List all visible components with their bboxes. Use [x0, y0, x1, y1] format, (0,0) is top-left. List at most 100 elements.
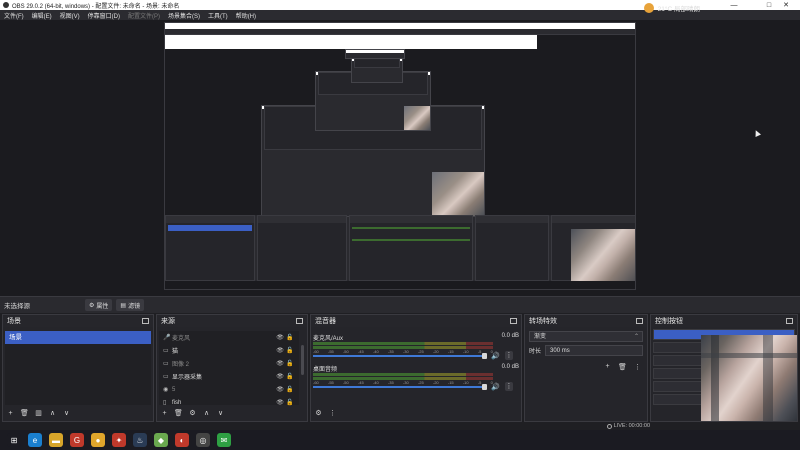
edge-icon[interactable]: e: [28, 433, 42, 447]
app-g-icon[interactable]: G: [70, 433, 84, 447]
meter-tick-label: -10: [462, 380, 469, 385]
track-menu-button[interactable]: ⋮: [505, 382, 513, 391]
meter-tick-label: -35: [387, 349, 394, 354]
minimize-button[interactable]: —: [720, 0, 748, 10]
undock-icon[interactable]: [636, 318, 643, 324]
mixer-menu-button[interactable]: ⋮: [327, 408, 338, 419]
meter-tick-label: -35: [387, 380, 394, 385]
windows-start-icon[interactable]: ⊞: [7, 433, 21, 447]
move-down-button[interactable]: ∨: [215, 408, 226, 419]
duration-spinbox[interactable]: 300 ms: [545, 345, 643, 356]
undock-icon[interactable]: [142, 318, 149, 324]
obs-icon[interactable]: ◎: [196, 433, 210, 447]
mixer-track-desktop: 桌面音频 0.0 dB -60 -55 -50 -45 -40 -35 -30 -25 -20 -…: [313, 364, 519, 394]
lock-icon[interactable]: 🔓: [285, 373, 295, 380]
add-transition-button[interactable]: +: [602, 361, 613, 372]
chrome-icon[interactable]: ●: [91, 433, 105, 447]
meter-tick-label: -20: [432, 349, 439, 354]
close-button[interactable]: ✕: [772, 0, 800, 10]
lock-icon[interactable]: 🔓: [285, 399, 295, 406]
meter-tick-label: -5: [477, 349, 482, 354]
source-name: 猫: [172, 349, 179, 355]
lock-icon[interactable]: 🔓: [285, 347, 295, 354]
source-item[interactable]: ◉ 5 👁 🔓: [159, 383, 299, 396]
track-db: 0.0 dB: [501, 333, 519, 339]
visibility-eye-icon[interactable]: 👁: [275, 334, 285, 341]
preview-nested-capture: [164, 22, 636, 290]
volume-slider[interactable]: [313, 384, 487, 390]
source-item[interactable]: 🎤 麦克风 👁 🔓: [159, 331, 299, 344]
meter-tick-label: -40: [372, 349, 379, 354]
lock-icon[interactable]: 🔓: [285, 334, 295, 341]
menu-item[interactable]: 编辑(E): [28, 11, 56, 20]
add-scene-button[interactable]: +: [5, 408, 16, 419]
window-title: OBS 29.0.2 (64-bit, windows) - 配置文件: 未命名…: [12, 3, 180, 10]
visibility-eye-icon[interactable]: 👁: [275, 347, 285, 354]
app-red-icon[interactable]: ✦: [112, 433, 126, 447]
remove-transition-button[interactable]: 🗑: [617, 361, 628, 372]
source-item[interactable]: ▭ 显示器采集 👁 🔓: [159, 370, 299, 383]
meter-ticks: -60 -55 -50 -45 -40 -35 -30 -25 -20 -15 -10 -5 0: [313, 349, 493, 354]
sources-scrollbar[interactable]: [301, 345, 304, 375]
visibility-eye-icon[interactable]: 👁: [275, 360, 285, 367]
meter-tick-label: -15: [447, 380, 454, 385]
source-toolbar: 未选择源 ⚙ 属性 ▤ 滤镜: [0, 296, 800, 313]
steam-icon[interactable]: ♨: [133, 433, 147, 447]
move-down-button[interactable]: ∨: [61, 408, 72, 419]
visibility-eye-icon[interactable]: 👁: [275, 399, 285, 406]
filters-button[interactable]: ▤ 滤镜: [116, 299, 145, 311]
meter-tick-label: -60: [313, 380, 319, 385]
volume-icon[interactable]: 🔊: [491, 352, 500, 360]
add-source-button[interactable]: +: [159, 408, 170, 419]
lock-icon[interactable]: 🔓: [285, 386, 295, 393]
move-up-button[interactable]: ∧: [47, 408, 58, 419]
weather-widget[interactable]: 21°C 局部晴朗: [643, 3, 700, 13]
remove-scene-button[interactable]: 🗑: [19, 408, 30, 419]
filters-label: 滤镜: [128, 303, 141, 310]
explorer-icon[interactable]: ▬: [49, 433, 63, 447]
meter-tick-label: -45: [357, 349, 364, 354]
lock-icon[interactable]: 🔓: [285, 360, 295, 367]
menu-item[interactable]: 视图(V): [56, 11, 84, 20]
properties-button[interactable]: ⚙ 属性: [85, 299, 113, 311]
track-name: 桌面音频: [313, 367, 338, 373]
menu-item[interactable]: 场景集合(S): [164, 11, 204, 20]
meter-tick-label: -5: [477, 380, 482, 385]
audio-settings-button[interactable]: ⚙: [313, 408, 324, 419]
source-properties-button[interactable]: ⚙: [187, 408, 198, 419]
track-name: 麦克风/Aux: [313, 336, 344, 342]
android-icon[interactable]: ◆: [154, 433, 168, 447]
volume-icon[interactable]: 🔊: [491, 383, 500, 391]
image-icon: ▭: [163, 348, 169, 354]
track-menu-button[interactable]: ⋮: [505, 351, 513, 360]
remove-source-button[interactable]: 🗑: [173, 408, 184, 419]
volume-slider[interactable]: [313, 353, 487, 359]
transition-menu-button[interactable]: ⋮: [632, 361, 643, 372]
sources-title: 来源: [161, 318, 175, 325]
transition-select[interactable]: 渐变: [529, 331, 643, 342]
sources-dock: 来源 🎤 麦克风 👁 🔓 ▭ 猫 👁 🔓 ▭ 图像 2 👁 🔓 ▭ 显示器采集 👁 🔓 ◉ 5 👁 🔓 ▯ fish 👁 🔓 …: [156, 314, 308, 422]
source-name: 麦克风: [172, 336, 191, 342]
undock-icon[interactable]: [510, 318, 517, 324]
controls-dock: 控制按钮: [650, 314, 798, 422]
move-up-button[interactable]: ∧: [201, 408, 212, 419]
menu-item[interactable]: 停靠窗口(D): [84, 11, 124, 20]
scene-item[interactable]: 场景: [5, 331, 151, 344]
menu-item[interactable]: 工具(T): [204, 11, 232, 20]
source-item[interactable]: ▭ 图像 2 👁 🔓: [159, 357, 299, 370]
source-item[interactable]: ▭ 猫 👁 🔓: [159, 344, 299, 357]
menu-item[interactable]: 帮助(H): [232, 11, 260, 20]
transitions-dock: 转场特效 渐变 时长 300 ms + 🗑 ⋮: [524, 314, 648, 422]
preview-canvas[interactable]: [0, 20, 800, 296]
visibility-eye-icon[interactable]: 👁: [275, 373, 285, 380]
wechat-icon[interactable]: ✉: [217, 433, 231, 447]
undock-icon[interactable]: [786, 318, 793, 324]
meter-tick-label: -15: [447, 349, 454, 354]
menu-item[interactable]: 配置文件(P): [124, 11, 164, 20]
undock-icon[interactable]: [296, 318, 303, 324]
source-name: 5: [172, 386, 176, 393]
app-netease-icon[interactable]: ◐: [175, 433, 189, 447]
menu-item[interactable]: 文件(F): [0, 11, 28, 20]
visibility-eye-icon[interactable]: 👁: [275, 386, 285, 393]
scene-filters-button[interactable]: ▥: [33, 408, 44, 419]
